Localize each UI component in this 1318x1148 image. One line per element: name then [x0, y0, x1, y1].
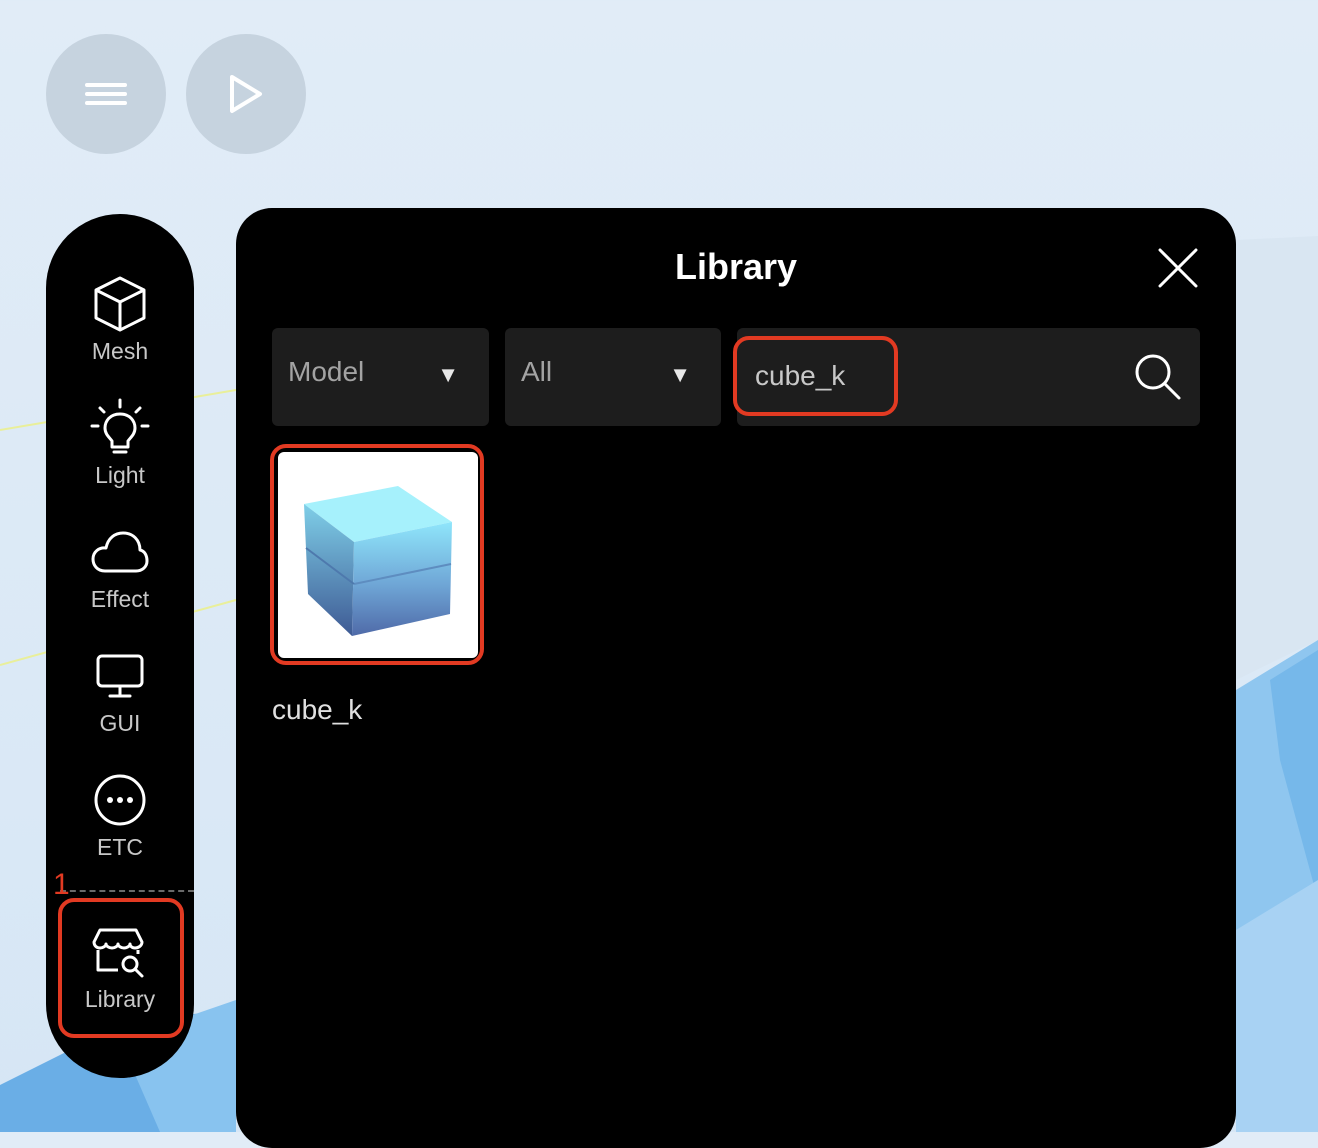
- more-icon: [94, 774, 146, 826]
- lightbulb-icon: [90, 398, 150, 454]
- cube-icon: [94, 276, 146, 332]
- sidebar-item-etc[interactable]: ETC: [46, 770, 194, 880]
- highlight-search-input: [733, 336, 898, 416]
- play-icon: [230, 75, 262, 113]
- sidebar-item-label: GUI: [99, 710, 141, 736]
- menu-button[interactable]: [46, 34, 166, 154]
- sidebar-item-label: Mesh: [91, 338, 149, 364]
- panel-title: Library: [674, 246, 798, 287]
- sidebar-item-gui[interactable]: GUI: [46, 646, 194, 756]
- monitor-icon: [96, 654, 144, 698]
- sidebar-item-effect[interactable]: Effect: [46, 522, 194, 632]
- type-filter-dropdown[interactable]: Model ▼: [272, 328, 489, 426]
- sidebar-item-light[interactable]: Light: [46, 398, 194, 508]
- cloud-icon: [91, 531, 149, 573]
- sidebar-item-label: Light: [95, 462, 145, 488]
- close-icon: [1158, 248, 1198, 288]
- search-button[interactable]: [1133, 352, 1183, 402]
- sidebar-item-label: Effect: [90, 586, 150, 612]
- close-button[interactable]: [1156, 246, 1200, 290]
- category-filter-value: All: [521, 356, 553, 387]
- dropdown-arrow-icon: ▼: [437, 362, 459, 387]
- play-button[interactable]: [186, 34, 306, 154]
- category-filter-dropdown[interactable]: All ▼: [505, 328, 721, 426]
- highlight-asset-card: [270, 444, 484, 665]
- hamburger-icon: [85, 83, 127, 105]
- sidebar-divider: [60, 890, 194, 892]
- highlight-library-button: [58, 898, 184, 1038]
- dropdown-arrow-icon: ▼: [669, 362, 691, 387]
- type-filter-value: Model: [288, 356, 365, 387]
- annotation-number: 1: [53, 868, 70, 901]
- asset-name: cube_k: [272, 694, 363, 725]
- sidebar-item-label: ETC: [97, 834, 143, 860]
- search-icon: [1135, 354, 1181, 400]
- sidebar-item-mesh[interactable]: Mesh: [46, 274, 194, 384]
